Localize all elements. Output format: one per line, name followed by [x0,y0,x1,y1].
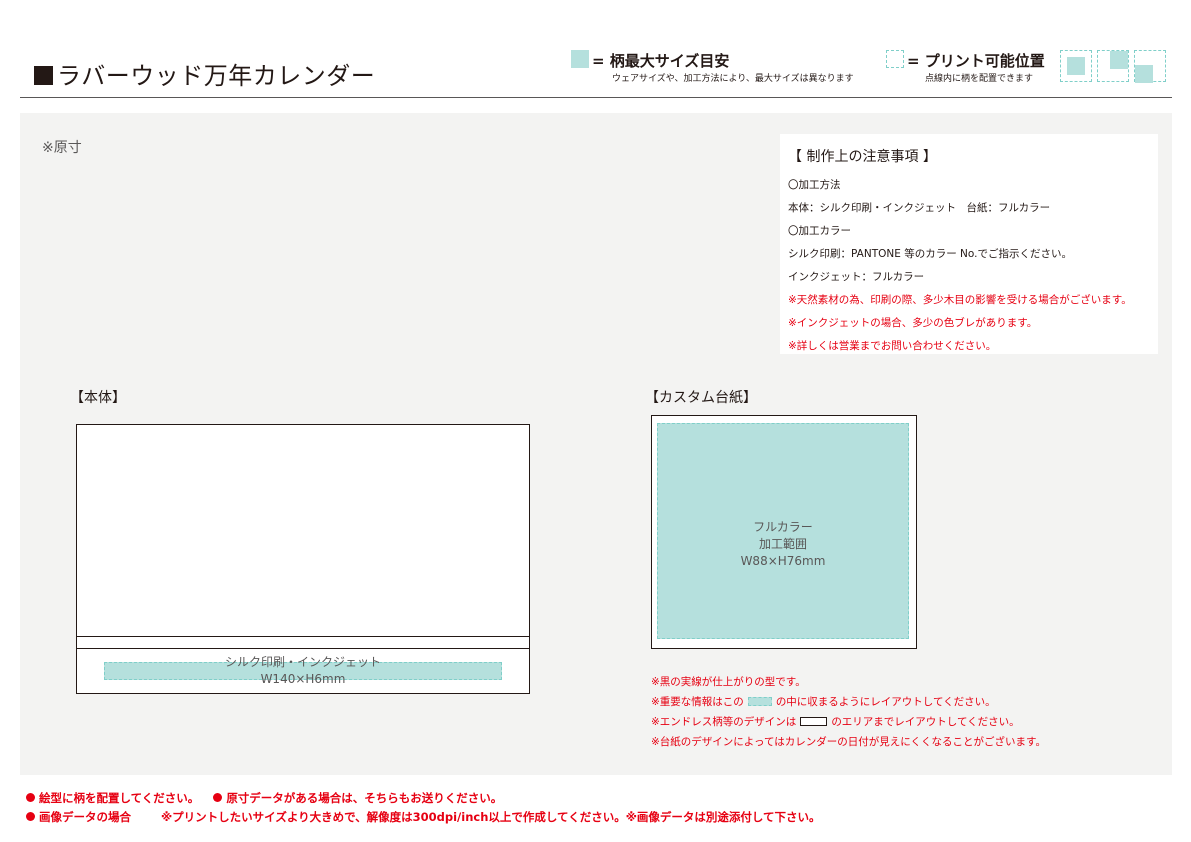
footer-text: 原寸データがある場合は、そちらもお送りください。 [226,791,503,805]
bullet-icon [26,793,35,802]
max-size-swatch-icon [571,50,589,68]
production-notes-box: 【 制作上の注意事項 】 〇加工方法 本体：シルク印刷・インクジェット 台紙：フ… [780,134,1158,354]
position-example-center-icon [1060,50,1092,82]
body-print-method: シルク印刷・インクジェット [224,655,381,669]
print-position-swatch-icon [886,50,904,68]
page-title-text: ラバーウッド万年カレンダー [57,62,376,90]
legend-max-size-label: = 柄最大サイズ目安 [592,52,730,70]
note-line: 〇加工方法 [788,179,841,191]
card-print-color: フルカラー [753,520,813,534]
footer-text: 絵型に柄を配置してください。 [39,791,200,805]
legend-print-position-sub: 点線内に柄を配置できます [925,74,1034,84]
card-note-text: ※エンドレス柄等のデザインは [651,716,797,728]
card-note: ※重要な情報はこの の中に収まるようにレイアウトしてください。 [651,694,996,709]
card-note-text: のエリアまでレイアウトしてください。 [831,716,1020,728]
position-example-bottom-left-icon [1134,50,1166,83]
footer-text: 画像データの場合 [39,810,131,824]
body-edge-line [76,636,530,637]
bullet-icon [213,793,223,802]
square-bullet-icon [34,66,53,85]
card-print-area-caption: フルカラー 加工範囲 W88×H76mm [657,519,909,570]
bullet-icon [26,812,35,821]
note-line: 〇加工カラー [788,225,851,237]
card-print-size: W88×H76mm [740,554,826,568]
footer-text: ※プリントしたいサイズより大きめで、解像度は300dpi/inch以上で作成して… [161,810,821,824]
body-edge-line [76,648,530,649]
card-note: ※台紙のデザインによってはカレンダーの日付が見えにくくなることがございます。 [651,736,1046,748]
page-title: ラバーウッド万年カレンダー [34,56,375,91]
footer-line: 絵型に柄を配置してください。 原寸データがある場合は、そちらもお送りください。 [26,790,502,806]
card-section-label: 【カスタム台紙】 [645,390,757,406]
note-line: 本体：シルク印刷・インクジェット 台紙：フルカラー [788,202,1051,214]
actual-size-note: ※原寸 [42,140,82,156]
body-section-label: 【本体】 [70,390,126,406]
position-example-top-right-icon [1097,50,1129,82]
body-print-size: W140×H6mm [260,672,346,686]
legend-print-position-label: = プリント可能位置 [907,52,1045,70]
note-line: シルク印刷：PANTONE 等のカラー No.でご指示ください。 [788,248,1072,260]
body-print-area-caption: シルク印刷・インクジェット W140×H6mm [104,654,502,688]
legend-max-size-sub: ウェアサイズや、加工方法により、最大サイズは異なります [612,74,854,84]
card-note: ※エンドレス柄等のデザインは のエリアまでレイアウトしてください。 [651,714,1020,729]
note-warning-line: ※インクジェットの場合、多少の色ブレがあります。 [788,317,1038,329]
note-warning-line: ※詳しくは営業までお問い合わせください。 [788,340,997,352]
card-note-text: ※重要な情報はこの [651,696,744,708]
footer-line: 画像データの場合 ※プリントしたいサイズより大きめで、解像度は300dpi/inc… [26,809,821,825]
header-divider [20,97,1172,98]
card-print-range: 加工範囲 [758,537,807,551]
notes-title: 【 制作上の注意事項 】 [788,149,937,165]
note-warning-line: ※天然素材の為、印刷の際、多少木目の影響を受ける場合がございます。 [788,294,1132,306]
card-note-text: の中に収まるようにレイアウトしてください。 [775,696,996,708]
card-note: ※黒の実線が仕上がりの型です。 [651,676,806,688]
outline-sample-icon [800,717,828,726]
note-line: インクジェット：フルカラー [788,271,925,283]
print-area-sample-icon [747,697,772,706]
